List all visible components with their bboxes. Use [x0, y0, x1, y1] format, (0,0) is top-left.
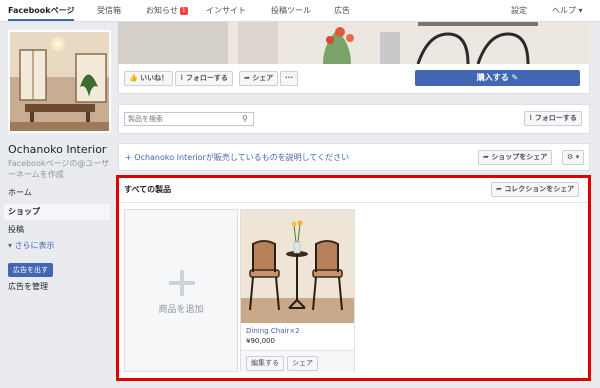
- product-search-input[interactable]: [124, 112, 254, 126]
- shop-follow-button[interactable]: ⌇ フォローする: [524, 111, 582, 126]
- describe-shop-link[interactable]: + Ochanoko Interiorが販売しているものを説明してください: [125, 152, 349, 163]
- share-arrow-icon: ➦: [483, 153, 489, 161]
- help-menu[interactable]: ヘルプ ▾: [552, 0, 583, 21]
- rss-icon: ⌇: [180, 74, 184, 82]
- manage-ads-link[interactable]: 広告を管理: [4, 279, 110, 295]
- tab-notifications-label: お知らせ: [146, 6, 178, 15]
- like-button[interactable]: 👍 いいね！: [124, 71, 174, 86]
- share-page-button[interactable]: ➦ シェア: [239, 71, 279, 86]
- share-label: シェア: [252, 74, 274, 82]
- notification-badge: 1: [179, 7, 188, 15]
- tab-facebook-page[interactable]: Facebookページ: [8, 0, 75, 21]
- follow-button[interactable]: ⌇ フォローする: [175, 71, 233, 86]
- rss-icon: ⌇: [529, 114, 533, 122]
- left-nav-posts[interactable]: 投稿: [4, 222, 110, 238]
- cover-photo[interactable]: [118, 22, 590, 64]
- share-shop-button[interactable]: ➦ ショップをシェア: [478, 150, 553, 165]
- follow-label: フォローする: [185, 74, 228, 82]
- top-navigation: Facebookページ 受信箱 お知らせ 1 インサイト 投稿ツール 広告 設定 …: [0, 0, 600, 22]
- share-shop-label: ショップをシェア: [491, 153, 548, 161]
- left-nav-home[interactable]: ホーム: [4, 185, 110, 201]
- more-actions-button[interactable]: ···: [280, 71, 298, 86]
- like-label: いいね！: [140, 74, 169, 82]
- tab-publishing-tools[interactable]: 投稿ツール: [271, 0, 311, 21]
- gear-dropdown-button[interactable]: ⚙ ▾: [562, 150, 585, 165]
- tab-notifications[interactable]: お知らせ 1: [146, 0, 188, 21]
- search-icon[interactable]: ⚲: [242, 114, 248, 123]
- highlight-box: [116, 175, 591, 381]
- profile-picture[interactable]: [8, 30, 111, 133]
- shop-follow-label: フォローする: [534, 114, 577, 122]
- tab-insights[interactable]: インサイト: [206, 0, 246, 21]
- left-nav-more[interactable]: ▾ さらに表示: [4, 238, 110, 254]
- tab-ads[interactable]: 広告: [334, 0, 350, 21]
- tab-inbox[interactable]: 受信箱: [97, 0, 121, 21]
- profile-photo-image: [10, 32, 109, 131]
- page-name[interactable]: Ochanoko Interior: [8, 143, 106, 156]
- settings-link[interactable]: 設定: [511, 0, 527, 21]
- username-prompt[interactable]: Facebookページの@ユーザーネームを作成: [8, 158, 112, 180]
- share-arrow-icon: ➦: [244, 74, 250, 82]
- thumbs-up-icon: 👍: [129, 74, 138, 82]
- left-nav-shop[interactable]: ショップ: [4, 204, 110, 220]
- create-ad-button[interactable]: 広告を出す: [8, 263, 53, 277]
- buy-button[interactable]: 購入する ✎: [415, 70, 580, 86]
- cover-photo-image: [118, 22, 590, 64]
